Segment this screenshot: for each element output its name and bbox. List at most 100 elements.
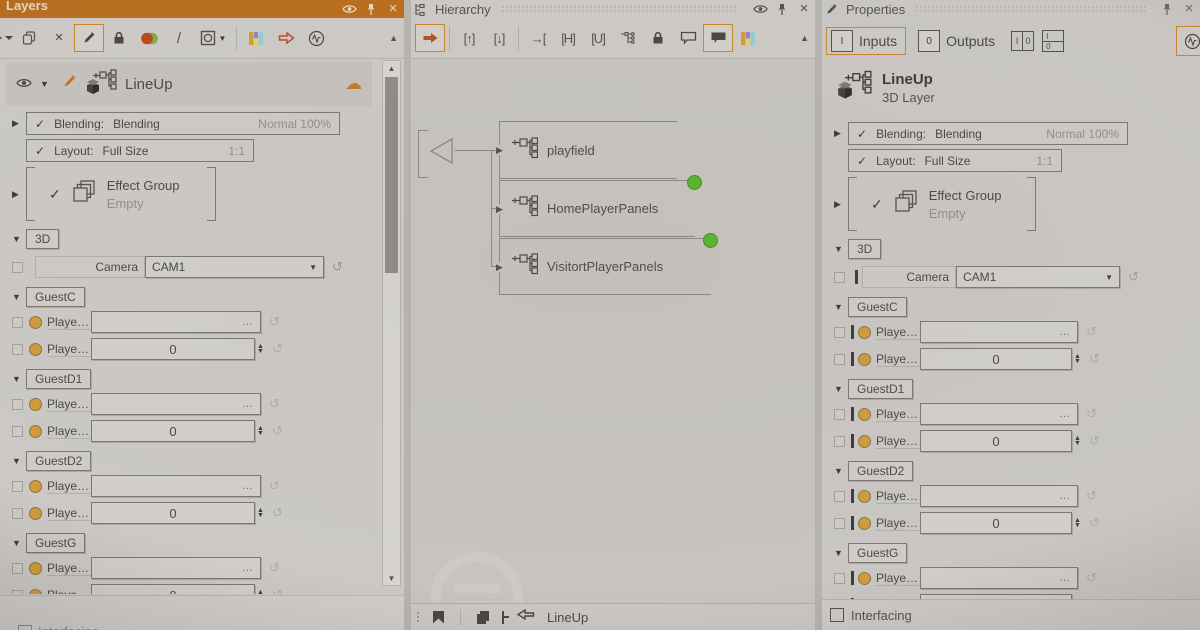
tab-outputs[interactable]: 0 Outputs xyxy=(914,28,1003,54)
binding-dot-icon[interactable] xyxy=(29,507,42,520)
group-chip[interactable]: GuestD1 xyxy=(848,379,913,399)
section-3d-expand-icon[interactable]: ▼ xyxy=(834,244,848,254)
browse-button[interactable]: … xyxy=(242,398,254,410)
animate-checkbox[interactable] xyxy=(834,573,845,584)
reset-icon[interactable]: ↺ xyxy=(1086,324,1097,340)
titlebar-drag-area[interactable] xyxy=(501,5,739,13)
text-field[interactable]: … xyxy=(91,557,261,579)
number-field[interactable]: 0 xyxy=(91,420,255,442)
group-chip[interactable]: GuestC xyxy=(26,287,85,307)
reset-icon[interactable]: ↺ xyxy=(269,396,280,412)
effect-group-check[interactable]: ✓ xyxy=(49,186,61,203)
group-expand-icon[interactable]: ▼ xyxy=(12,456,26,466)
binding-dot-icon[interactable] xyxy=(858,326,871,339)
mask-shape-icon[interactable]: ▼ xyxy=(194,24,232,52)
scroll-down-icon[interactable]: ▼ xyxy=(383,571,400,585)
chevron-down-icon[interactable]: ▼ xyxy=(1105,273,1113,282)
color-scheme-icon[interactable] xyxy=(733,24,763,52)
reset-icon[interactable]: ↺ xyxy=(272,505,283,521)
root-node-icon[interactable] xyxy=(428,137,454,170)
animate-checkbox[interactable] xyxy=(12,344,23,355)
reset-icon[interactable]: ↺ xyxy=(1089,433,1100,449)
toolbar-collapse-icon[interactable]: ▲ xyxy=(800,33,809,43)
animate-checkbox[interactable] xyxy=(834,354,845,365)
binding-dot-icon[interactable] xyxy=(858,353,871,366)
blending-expand-icon[interactable]: ▶ xyxy=(834,128,848,139)
number-field[interactable]: 0 xyxy=(91,584,255,594)
reset-icon[interactable]: ↺ xyxy=(269,560,280,576)
animate-checkbox[interactable] xyxy=(12,508,23,519)
layout-row[interactable]: ✓ Layout: Full Size 1:1 xyxy=(848,149,1062,172)
reset-icon[interactable]: ↺ xyxy=(1086,406,1097,422)
tree-node-visitortplayerpanels[interactable]: ▶ VisitortPlayerPanels xyxy=(499,238,711,295)
animate-checkbox[interactable] xyxy=(834,327,845,338)
blending-row[interactable]: ✓ Blending: Blending Normal 100% xyxy=(848,122,1128,145)
browse-button[interactable]: … xyxy=(1059,572,1071,584)
spinner-icon[interactable]: ▲▼ xyxy=(257,344,264,354)
effect-group-expand-icon[interactable]: ▶ xyxy=(834,199,848,210)
scroll-up-icon[interactable]: ▲ xyxy=(383,61,400,75)
reset-icon[interactable]: ↺ xyxy=(1089,515,1100,531)
duplicate-icon[interactable] xyxy=(14,24,44,52)
group-chip[interactable]: GuestD1 xyxy=(26,369,91,389)
reset-icon[interactable]: ↺ xyxy=(269,314,280,330)
export-arrow-icon[interactable] xyxy=(271,24,301,52)
pin-icon[interactable] xyxy=(1156,3,1178,16)
blending-check[interactable]: ✓ xyxy=(857,127,867,141)
text-field[interactable]: … xyxy=(91,393,261,415)
reset-icon[interactable]: ↺ xyxy=(1086,570,1097,586)
animate-checkbox[interactable] xyxy=(834,409,845,420)
scrollbar-thumb[interactable] xyxy=(385,77,398,273)
layer-eye-icon[interactable] xyxy=(16,75,32,93)
group-horizontal-icon[interactable]: [H] xyxy=(553,24,583,52)
tree-node-playfield[interactable]: ▶ playfield xyxy=(499,121,677,179)
blending-check[interactable]: ✓ xyxy=(35,117,45,131)
toolbar-collapse-icon[interactable]: ▲ xyxy=(389,33,398,43)
animate-checkbox[interactable] xyxy=(12,590,23,595)
root-marker-icon[interactable] xyxy=(502,611,504,624)
effect-group-row[interactable]: ▶ ✓ Effect Group Empty xyxy=(12,166,384,222)
spinner-icon[interactable]: ▲▼ xyxy=(257,426,264,436)
reset-icon[interactable]: ↺ xyxy=(272,341,283,357)
tab-inputs[interactable]: I Inputs xyxy=(826,27,906,55)
layout-row[interactable]: ✓ Layout: Full Size 1:1 xyxy=(26,139,254,162)
binding-dot-icon[interactable] xyxy=(858,572,871,585)
pages-icon[interactable] xyxy=(477,611,490,624)
eye-icon[interactable] xyxy=(749,4,771,14)
hierarchy-canvas[interactable]: ▶ playfield ▶ HomePlayerPanels ▶ Visitor… xyxy=(411,58,815,604)
text-field[interactable]: … xyxy=(920,567,1078,589)
vertical-scrollbar[interactable]: ▲ ▼ xyxy=(382,60,401,586)
reset-icon[interactable]: ↺ xyxy=(269,478,280,494)
bookmark-icon[interactable] xyxy=(433,611,444,624)
animate-checkbox[interactable] xyxy=(12,481,23,492)
group-expand-icon[interactable]: ▼ xyxy=(12,292,26,302)
group-expand-icon[interactable]: ▼ xyxy=(834,384,848,394)
binding-dot-icon[interactable] xyxy=(29,562,42,575)
reset-icon[interactable]: ↺ xyxy=(332,259,343,275)
layer-type-dropdown-icon[interactable] xyxy=(0,24,14,52)
group-expand-icon[interactable]: ▼ xyxy=(834,548,848,558)
binding-dot-icon[interactable] xyxy=(29,343,42,356)
number-field[interactable]: 0 xyxy=(91,502,255,524)
group-expand-icon[interactable]: ▼ xyxy=(834,466,848,476)
reset-icon[interactable]: ↺ xyxy=(1128,269,1139,285)
spinner-icon[interactable]: ▲▼ xyxy=(1074,436,1081,446)
drag-grip[interactable] xyxy=(415,612,421,622)
breadcrumb[interactable]: LineUp xyxy=(547,610,588,625)
layer-edit-pencil-icon[interactable] xyxy=(62,74,77,94)
group-chip[interactable]: GuestC xyxy=(848,297,907,317)
animate-checkbox[interactable] xyxy=(834,518,845,529)
group-chip[interactable]: GuestG xyxy=(26,533,85,553)
lock-icon[interactable] xyxy=(104,24,134,52)
move-up-icon[interactable]: [↑] xyxy=(454,24,484,52)
binding-dot-icon[interactable] xyxy=(858,435,871,448)
eye-icon[interactable] xyxy=(338,4,360,14)
lock-icon[interactable] xyxy=(643,24,673,52)
comment-filled-icon[interactable] xyxy=(703,24,733,52)
animation-icon[interactable] xyxy=(301,24,331,52)
section-3d-expand-icon[interactable]: ▼ xyxy=(12,234,26,244)
reset-icon[interactable]: ↺ xyxy=(1086,488,1097,504)
number-field[interactable]: 0 xyxy=(91,338,255,360)
effect-group-expand-icon[interactable]: ▶ xyxy=(12,189,26,200)
layout-check[interactable]: ✓ xyxy=(857,154,867,168)
